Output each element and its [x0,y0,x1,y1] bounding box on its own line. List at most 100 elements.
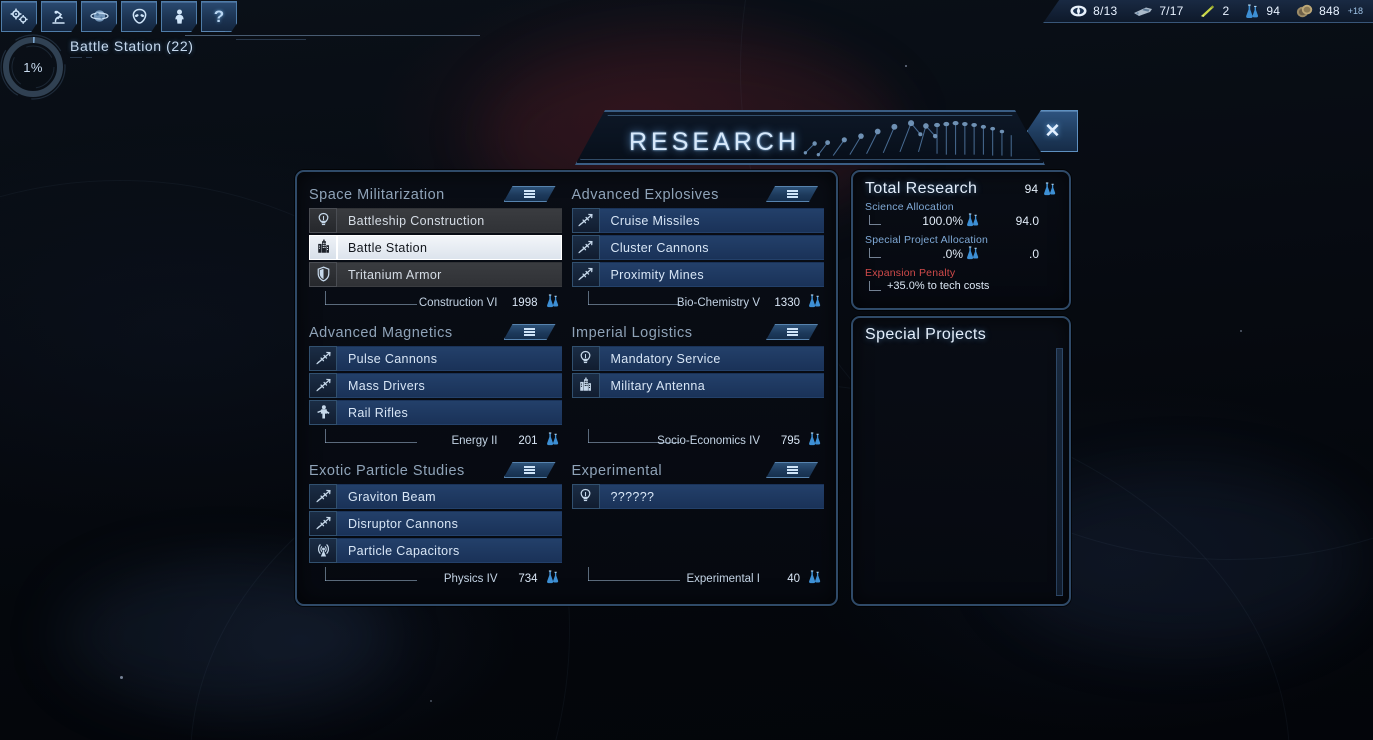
bracket-line [869,224,881,225]
tech-label[interactable]: Battle Station [337,234,562,260]
missile-icon [309,372,337,398]
science-allocation-value: 94.0 [1015,214,1039,228]
category-menu-button[interactable] [766,324,818,340]
tech-label[interactable]: Rail Rifles [337,399,562,425]
tech-label[interactable]: Pulse Cannons [337,345,562,371]
category-menu-button[interactable] [504,186,556,202]
tech-label[interactable]: Battleship Construction [337,207,562,233]
category-menu-button[interactable] [766,462,818,478]
toolbar-button-empire[interactable] [1,1,37,32]
science-allocation-label: Science Allocation [865,201,954,213]
resource-ships[interactable]: 7/17 [1133,4,1183,18]
list-icon [524,465,535,476]
tech-row[interactable]: Cluster Cannons [571,234,824,260]
category-menu-button[interactable] [766,186,818,202]
selection-deco-line [236,39,306,40]
category-menu-button[interactable] [504,462,556,478]
total-research-title: Total Research [865,180,978,197]
total-research-value-group: 94 [1025,182,1057,196]
bracket-line [325,567,326,581]
tech-label[interactable]: Proximity Mines [599,261,824,287]
tech-row[interactable]: Graviton Beam [309,483,562,509]
research-categories-panel: Space Militarization Battleship Construct… [295,170,838,606]
science-icon [966,213,980,232]
resource-fleet-value: 8/13 [1093,4,1118,18]
category-title: Exotic Particle Studies [309,462,465,479]
tech-label[interactable]: Cruise Missiles [599,207,824,233]
tech-label[interactable]: Military Antenna [599,372,824,398]
category-title: Imperial Logistics [571,324,693,341]
resource-influence-value: 2 [1222,4,1230,18]
research-category: Advanced Explosives Cruise Missiles Cluste… [571,182,824,320]
selection-label: Battle Station (22) [70,38,194,54]
missile-icon [571,207,600,233]
research-category: Space Militarization Battleship Construct… [309,182,562,320]
tech-row[interactable]: ?????? [571,483,824,509]
category-cost: 201 [518,435,538,447]
toolbar-button-leaders[interactable] [161,1,197,32]
tech-label[interactable]: Particle Capacitors [337,537,562,563]
tech-row[interactable]: Battle Station [309,234,562,260]
missile-icon [309,483,337,509]
toolbar-button-help[interactable]: ? [201,1,237,32]
science-allocation-row: 100.0% 94.0 [865,213,1057,232]
resource-credits[interactable]: 848 +18 [1296,4,1363,19]
research-category: Experimental?????? Experimental I 40 [571,458,825,596]
tech-row[interactable]: Particle Capacitors [309,537,562,563]
credits-icon [1296,4,1313,17]
bracket-line [869,290,881,291]
science-icon [808,570,822,589]
toolbar-button-research[interactable] [41,1,77,32]
tech-row[interactable]: Disruptor Cannons [309,510,562,536]
resource-influence[interactable]: 2 [1199,4,1229,18]
science-icon [546,294,560,313]
tech-row[interactable]: Military Antenna [571,372,824,398]
category-field-name: Energy II [451,435,498,447]
selection-deco-line [185,35,480,36]
science-icon [546,432,560,451]
bracket-line [587,304,680,305]
research-category: Advanced Magnetics Pulse Cannons Mass Driv… [309,320,562,458]
build-progress-dial: 1% [0,32,68,102]
special-project-allocation-value: .0 [1028,247,1039,261]
resource-science[interactable]: 94 [1245,4,1280,19]
tech-row[interactable]: Pulse Cannons [309,345,562,371]
toolbar-button-diplomacy[interactable] [121,1,157,32]
selection-deco-line [86,57,92,58]
special-projects-scrollbar[interactable] [1056,348,1063,596]
science-icon [546,570,560,589]
bracket-line [325,429,326,443]
empty-icon [572,400,600,425]
tech-row[interactable]: Mandatory Service [571,345,824,371]
list-icon [787,327,798,338]
alien-head-icon [132,8,146,24]
resource-fleet[interactable]: 8/13 [1070,4,1117,18]
station-icon [309,234,337,260]
science-icon [966,246,980,265]
tech-row[interactable]: Cruise Missiles [571,207,824,233]
tech-label[interactable]: Cluster Cannons [599,234,824,260]
list-icon [524,327,535,338]
tech-label[interactable]: Graviton Beam [337,483,562,509]
category-title: Space Militarization [309,186,445,203]
category-field-name: Bio-Chemistry V [676,297,760,309]
toolbar-button-planets[interactable] [81,1,117,32]
category-field-name: Construction VI [418,297,498,309]
tech-label[interactable]: ?????? [599,483,824,509]
category-field-name: Experimental I [686,573,760,585]
tech-row[interactable]: Proximity Mines [571,261,824,287]
tech-label[interactable]: Disruptor Cannons [337,510,562,536]
tech-row-empty [572,537,825,563]
category-header: Exotic Particle Studies [309,458,562,483]
tech-label[interactable]: Mandatory Service [599,345,824,371]
tech-tree-decoration [787,112,1037,163]
tech-row[interactable]: Tritanium Armor [309,261,562,287]
tech-row[interactable]: Mass Drivers [309,372,562,398]
lightbulb-icon [571,345,600,371]
category-menu-button[interactable] [504,324,556,340]
tech-row[interactable]: Rail Rifles [309,399,562,425]
lightbulb-icon [309,207,337,233]
tech-label[interactable]: Tritanium Armor [337,261,562,287]
tech-label[interactable]: Mass Drivers [337,372,562,398]
tech-row[interactable]: Battleship Construction [309,207,562,233]
